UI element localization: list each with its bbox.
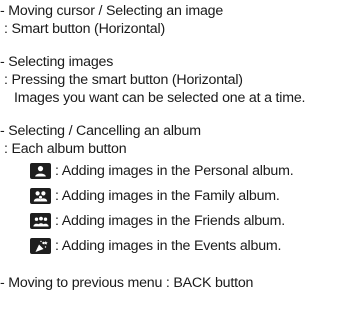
album-item-events: : Adding images in the Events album. bbox=[30, 237, 281, 255]
detail-smart-button: : Smart button (Horizontal) bbox=[4, 21, 165, 37]
album-item-personal: : Adding images in the Personal album. bbox=[30, 162, 294, 180]
album-item-family: : Adding images in the Family album. bbox=[30, 187, 280, 205]
family-album-icon bbox=[30, 188, 51, 204]
personal-album-icon bbox=[30, 163, 51, 179]
heading-selecting-album: - Selecting / Cancelling an album bbox=[0, 123, 201, 139]
album-text-personal: : Adding images in the Personal album. bbox=[55, 163, 294, 179]
events-album-icon bbox=[30, 238, 51, 254]
album-text-family: : Adding images in the Family album. bbox=[55, 188, 280, 204]
album-text-events: : Adding images in the Events album. bbox=[55, 238, 282, 254]
friends-album-icon bbox=[30, 213, 51, 229]
album-text-friends: : Adding images in the Friends album. bbox=[55, 213, 285, 229]
detail-select-one-at-a-time: Images you want can be selected one at a… bbox=[14, 90, 306, 106]
heading-previous-menu: - Moving to previous menu : BACK button bbox=[0, 275, 254, 291]
heading-moving-cursor: - Moving cursor / Selecting an image bbox=[0, 3, 224, 19]
detail-pressing-smart-button: : Pressing the smart button (Horizontal) bbox=[4, 72, 243, 88]
album-item-friends: : Adding images in the Friends album. bbox=[30, 212, 285, 230]
instruction-page: - Moving cursor / Selecting an image : S… bbox=[0, 0, 361, 332]
heading-selecting-images: - Selecting images bbox=[0, 54, 114, 70]
detail-each-album-button: : Each album button bbox=[4, 141, 127, 157]
